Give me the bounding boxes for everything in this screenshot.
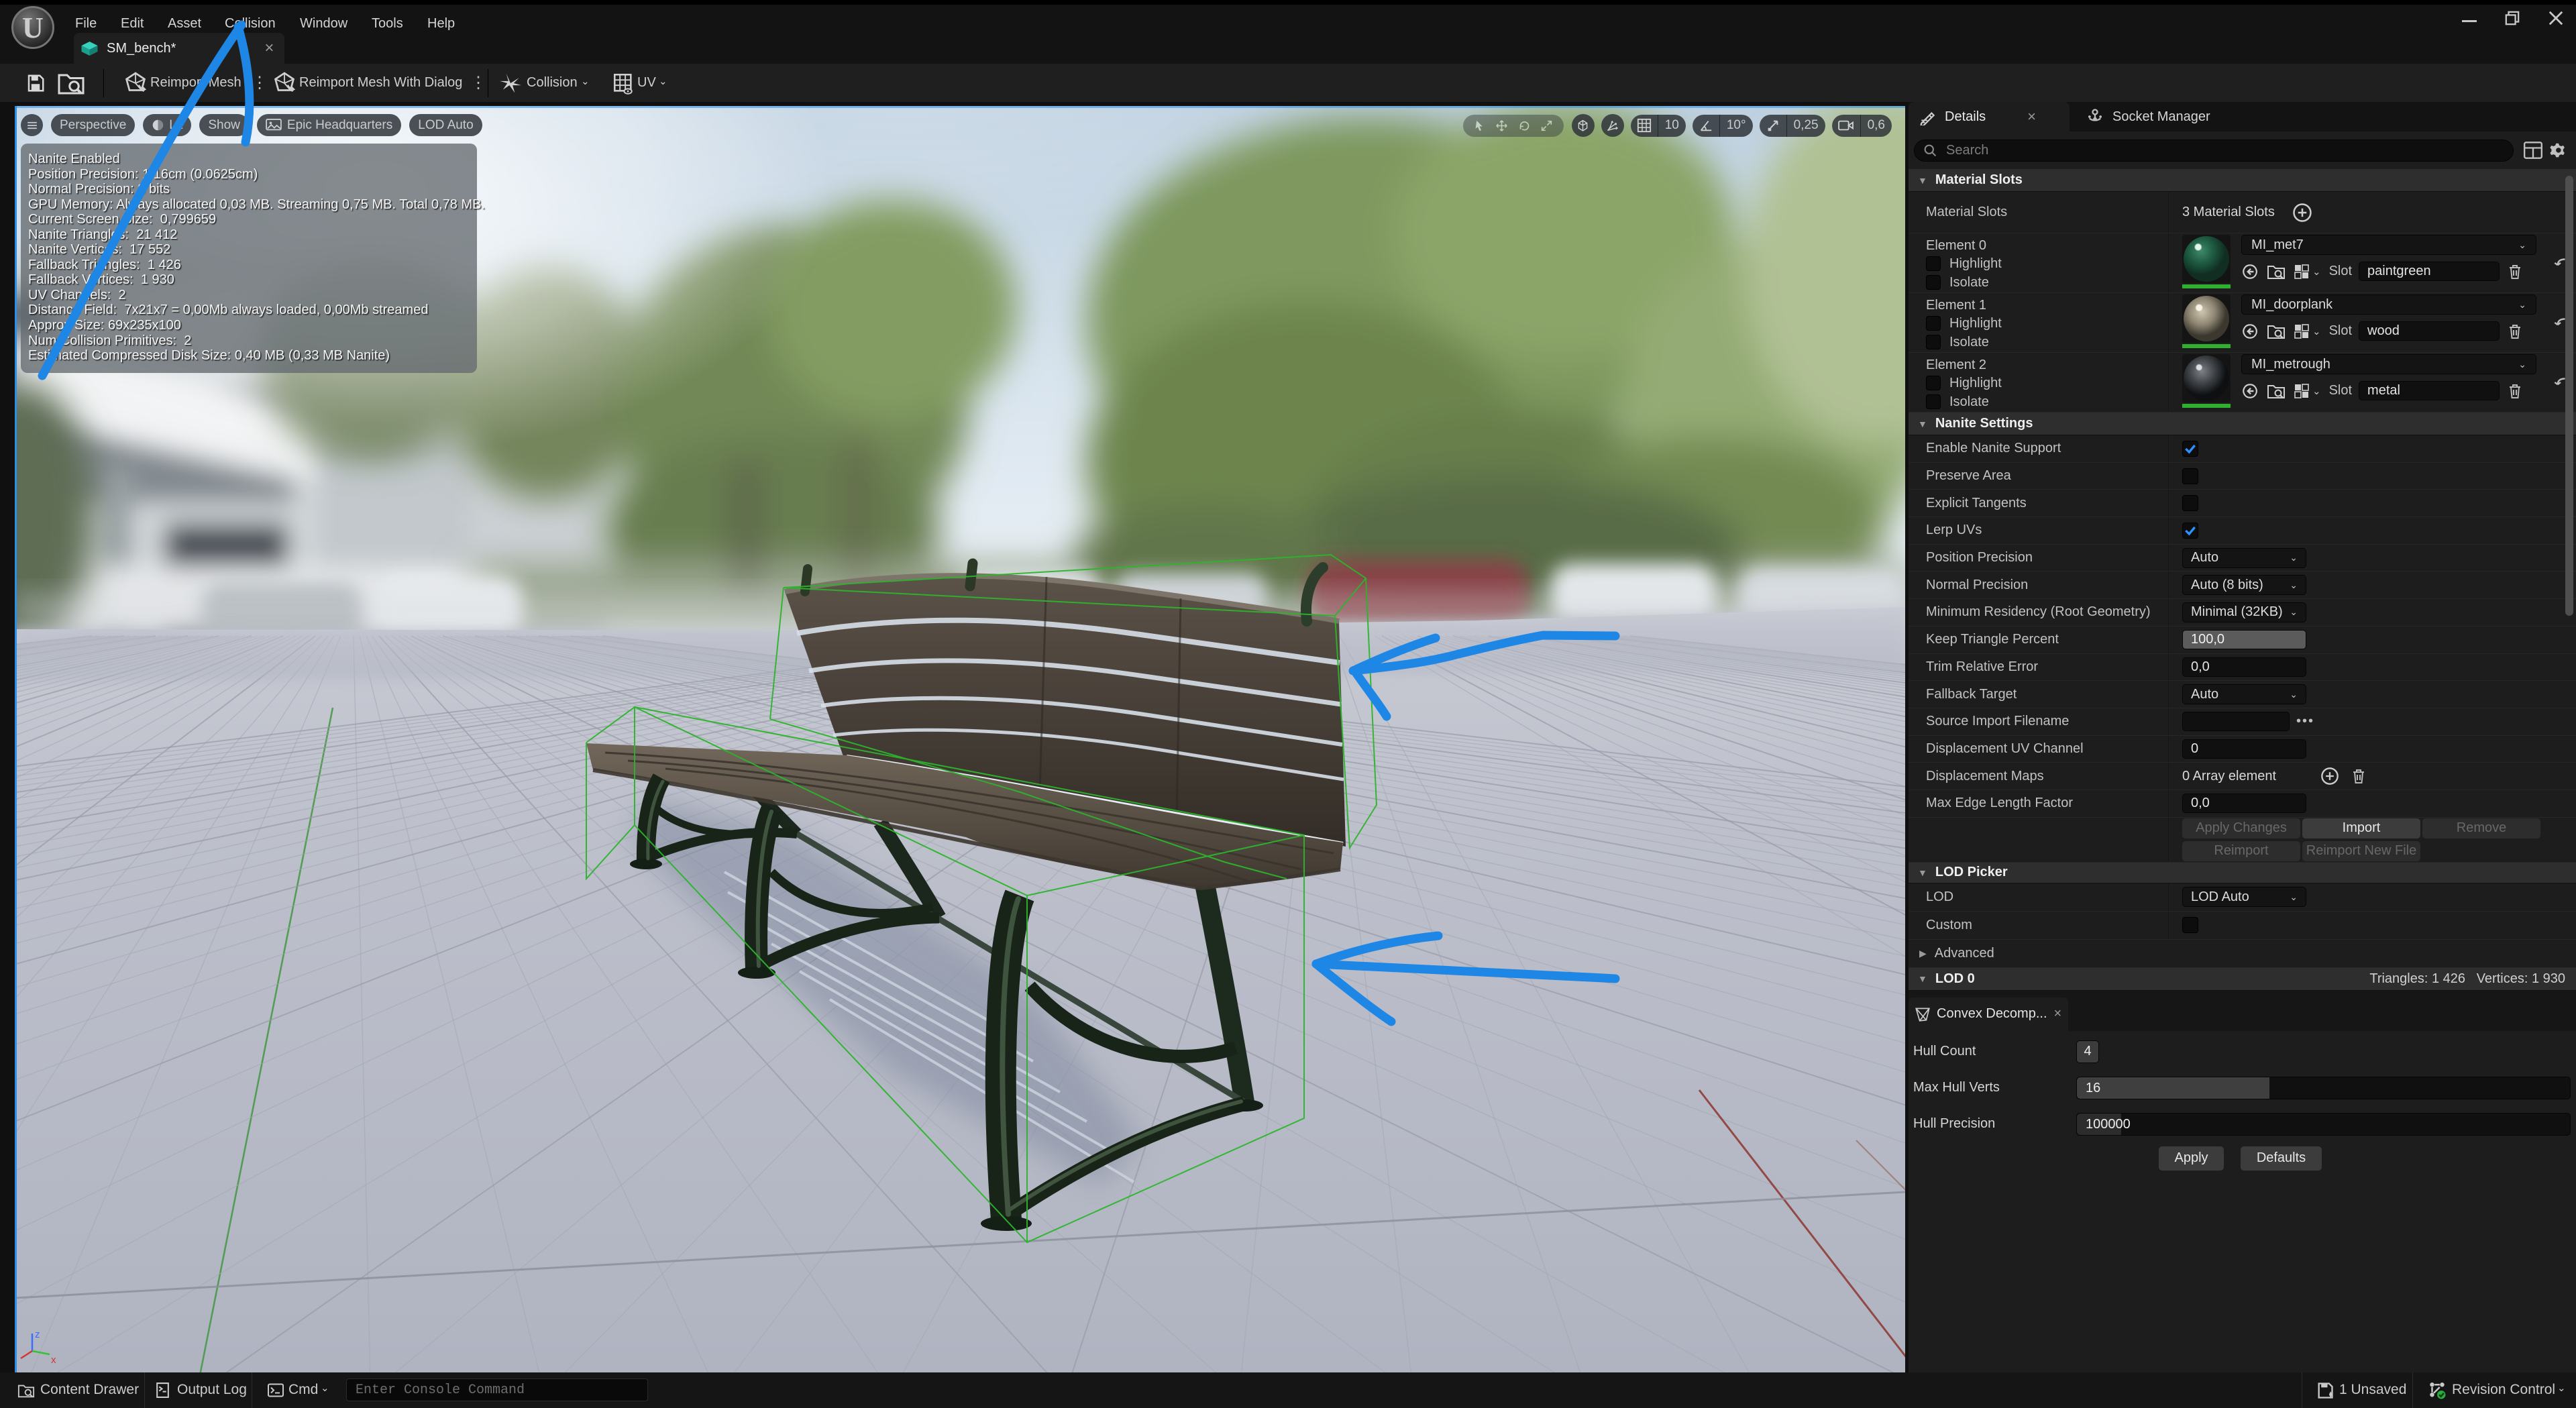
svg-text:x: x xyxy=(51,1354,56,1366)
svg-text:z: z xyxy=(35,1329,40,1340)
